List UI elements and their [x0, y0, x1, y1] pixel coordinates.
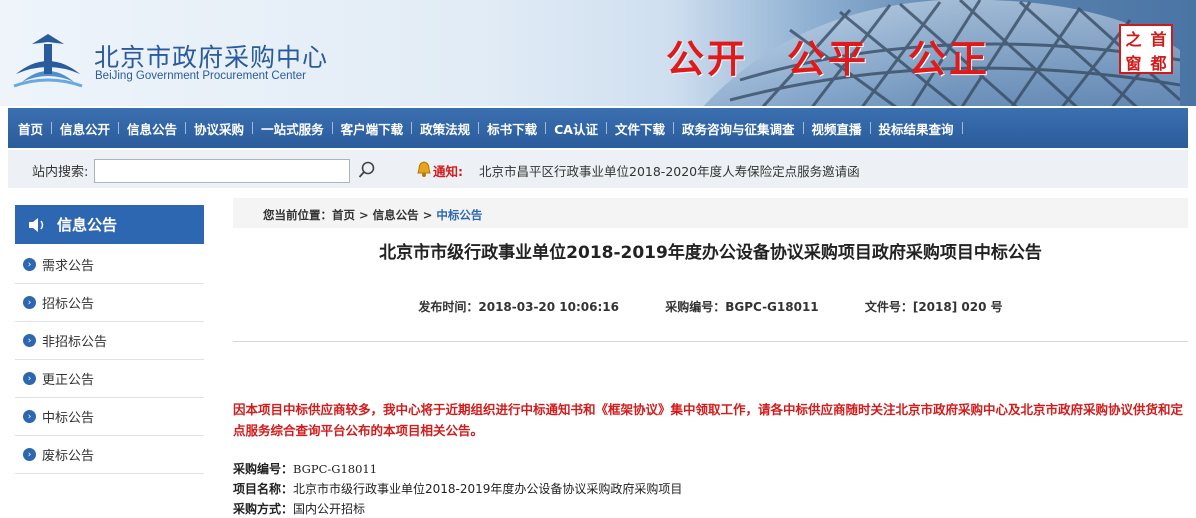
site-search-input[interactable]: [94, 159, 350, 183]
field-value: BGPC-G18011: [293, 462, 378, 476]
sidebar-item-label: 需求公告: [42, 259, 95, 274]
chevron-right-icon: ›: [23, 296, 36, 309]
chevron-right-icon: ›: [23, 372, 36, 385]
speaker-icon: [29, 217, 44, 232]
sidebar-item-demand[interactable]: › 需求公告: [15, 246, 204, 284]
sidebar-item-cancelled[interactable]: › 废标公告: [15, 436, 204, 474]
nav-info-announcements[interactable]: 信息公告: [127, 119, 194, 138]
nav-tender-download[interactable]: 标书下载: [487, 119, 554, 138]
sidebar-item-label: 更正公告: [42, 373, 95, 388]
chevron-right-icon: ›: [23, 258, 36, 271]
sidebar-menu: › 需求公告 › 招标公告 › 非招标公告 › 更正公告 › 中标公告 › 废标…: [15, 246, 204, 474]
breadcrumb-bar: 您当前位置：首页 > 信息公告 > 中标公告: [233, 198, 1188, 228]
important-notice: 因本项目中标供应商较多，我中心将于近期组织进行中标通知书和《框架协议》集中领取工…: [233, 402, 1184, 438]
nav-home[interactable]: 首页: [18, 119, 60, 138]
slogan-fair: 公平: [787, 36, 870, 81]
org-name-cn: 北京市政府采购中心: [94, 43, 329, 72]
article-meta: 发布时间：2018-03-20 10:06:16 采购编号：BGPC-G1801…: [233, 298, 1188, 315]
nav-video-live[interactable]: 视频直播: [812, 119, 879, 138]
org-name-en: BeiJing Government Procurement Center: [95, 70, 306, 82]
sidebar-item-correction[interactable]: › 更正公告: [15, 360, 204, 398]
bell-icon: [417, 161, 431, 177]
slogan-just: 公正: [908, 36, 991, 81]
nav-file-download[interactable]: 文件下载: [615, 119, 682, 138]
nav-consultation-survey[interactable]: 政务咨询与征集调查: [682, 119, 812, 138]
field-label: 项目名称：: [233, 482, 294, 496]
purchase-number: 采购编号：BGPC-G18011: [665, 300, 819, 314]
sidebar-header: 信息公告: [15, 205, 204, 244]
field-procurement-method: 采购方式：国内公开招标: [233, 500, 365, 517]
breadcrumb-separator: >: [359, 208, 369, 222]
sidebar-item-label: 中标公告: [42, 411, 95, 426]
seal-char: 之: [1125, 30, 1142, 49]
chevron-right-icon: ›: [23, 448, 36, 461]
nav-bid-result-query[interactable]: 投标结果查询: [879, 119, 971, 138]
nav-one-stop-service[interactable]: 一站式服务: [261, 119, 341, 138]
nav-agreement-procurement[interactable]: 协议采购: [194, 119, 261, 138]
breadcrumb-prefix: 您当前位置：: [263, 208, 332, 222]
sidebar-item-tender[interactable]: › 招标公告: [15, 284, 204, 322]
sidebar-item-award[interactable]: › 中标公告: [15, 398, 204, 436]
field-value: 国内公开招标: [293, 502, 366, 516]
publish-time: 发布时间：2018-03-20 10:06:16: [418, 300, 620, 314]
sidebar-item-label: 废标公告: [42, 449, 95, 464]
chevron-right-icon: ›: [23, 410, 36, 423]
slogan-open: 公开: [666, 36, 749, 81]
seal-char: 首: [1150, 30, 1167, 49]
breadcrumb: 您当前位置：首页 > 信息公告 > 中标公告: [263, 207, 482, 223]
field-value: 北京市市级行政事业单位2018-2019年度办公设备协议采购政府采购项目: [293, 482, 683, 496]
article-title: 北京市市级行政事业单位2018-2019年度办公设备协议采购项目政府采购项目中标…: [379, 243, 1042, 263]
breadcrumb-current[interactable]: 中标公告: [436, 208, 482, 222]
field-label: 采购方式：: [233, 502, 294, 516]
sidebar-title: 信息公告: [57, 216, 118, 234]
sidebar-item-non-tender[interactable]: › 非招标公告: [15, 322, 204, 360]
search-icon[interactable]: [357, 160, 377, 180]
nav-ca-certification[interactable]: CA认证: [554, 119, 615, 138]
breadcrumb-section[interactable]: 信息公告: [373, 208, 419, 222]
field-purchase-number: 采购编号：BGPC-G18011: [233, 460, 377, 477]
field-project-name: 项目名称：北京市市级行政事业单位2018-2019年度办公设备协议采购政府采购项…: [233, 480, 682, 497]
sidebar-item-label: 非招标公告: [42, 335, 108, 350]
header-banner: 北京市政府采购中心 BeiJing Government Procurement…: [0, 0, 1196, 106]
notice-link[interactable]: 北京市昌平区行政事业单位2018-2020年度人寿保险定点服务邀请函: [479, 161, 860, 180]
breadcrumb-separator: >: [422, 208, 433, 222]
content-divider: [233, 341, 1188, 342]
main-nav: 首页 信息公开 信息公告 协议采购 一站式服务 客户端下载 政策法规 标书下载 …: [8, 108, 1188, 148]
seal-char: 都: [1150, 54, 1167, 73]
breadcrumb-home[interactable]: 首页: [332, 208, 355, 222]
search-label: 站内搜索:: [32, 165, 89, 180]
notice-tag: 通知:: [433, 164, 463, 179]
nav-client-download[interactable]: 客户端下载: [341, 119, 421, 138]
search-notice-bar: 站内搜索: 通知: 北京市昌平区行政事业单位2018-2020年度人寿保险定点服…: [8, 150, 1188, 188]
procurement-center-logo-icon: [13, 34, 83, 88]
file-number: 文件号：[2018] 020 号: [864, 300, 1003, 314]
sidebar-item-label: 招标公告: [42, 297, 95, 312]
capital-window-seal: 之 首 窗 都: [1119, 24, 1173, 74]
nav-policies[interactable]: 政策法规: [420, 119, 487, 138]
seal-char: 窗: [1125, 54, 1142, 73]
nav-info-disclosure[interactable]: 信息公开: [60, 119, 127, 138]
chevron-right-icon: ›: [23, 334, 36, 347]
field-label: 采购编号：: [233, 462, 294, 476]
